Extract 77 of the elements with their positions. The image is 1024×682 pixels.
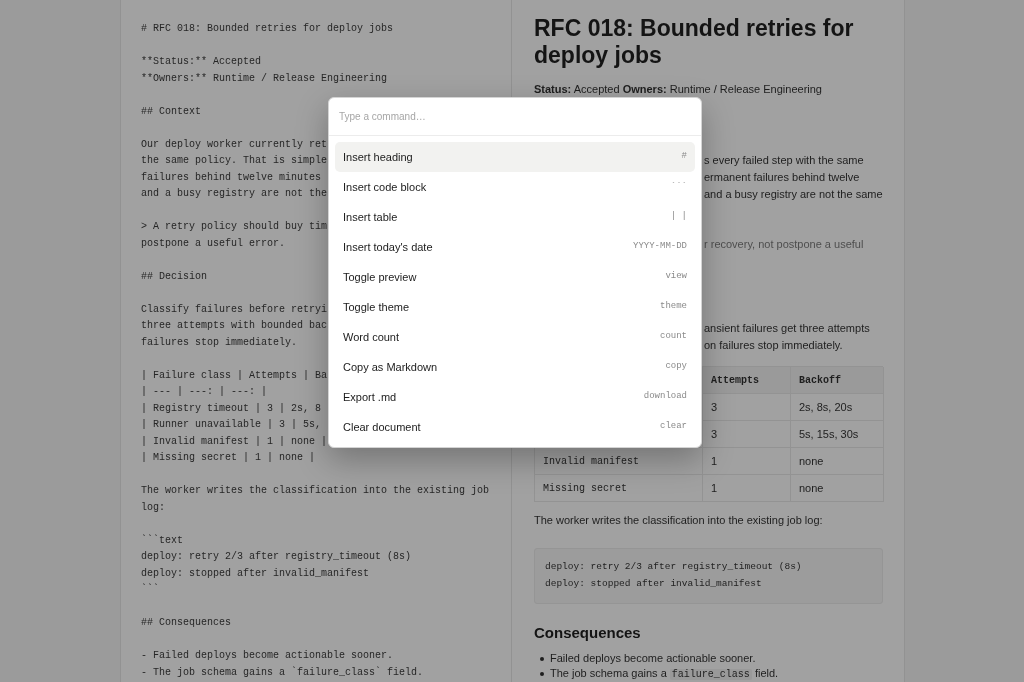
command-item[interactable]: Toggle theme theme — [335, 292, 695, 322]
markdown-line: deploy: retry 2/3 after registry_timeout (8s) — [141, 550, 412, 564]
shortcut-hint: download — [643, 390, 687, 404]
markdown-line: | Runner unavailable | 3 | 5s, — [141, 418, 322, 432]
shortcut-hint: YYYY-MM-DD — [633, 240, 687, 254]
table-cell: 5s, 15s, 30s — [791, 421, 884, 448]
markdown-line: The worker writes the classification into the existing job log: — [141, 484, 491, 515]
paragraph-text: on failures stop immediately. — [704, 338, 843, 353]
table-cell: none — [791, 448, 884, 475]
command-input[interactable]: Type a command… — [329, 98, 701, 136]
markdown-line: **Status:** Accepted — [141, 55, 262, 69]
paragraph-text: ansient failures get three attempts — [704, 321, 870, 336]
markdown-line: ```text — [141, 533, 183, 548]
markdown-line: three attempts with bounded bac — [141, 319, 328, 333]
markdown-line: ## Consequences — [141, 616, 231, 630]
list-item-text: Failed deploys become actionable sooner. — [550, 651, 756, 666]
table-header-cell: Backoff — [791, 367, 884, 394]
markdown-line: the same policy. That is simple — [141, 154, 328, 168]
command-item[interactable]: Word count count — [335, 322, 695, 352]
markdown-line: failures stop immediately. — [141, 335, 298, 350]
document-meta: Status: Accepted Owners: Runtime / Release Engineering — [534, 82, 822, 97]
markdown-line: > A retry policy should buy tim — [141, 220, 328, 234]
table-cell: 1 — [703, 448, 791, 475]
markdown-line: ## Context — [141, 104, 201, 119]
markdown-line: | --- | ---: | ---: | — [141, 385, 268, 399]
shortcut-hint: theme — [660, 300, 687, 314]
table-cell: 2s, 8s, 20s — [791, 394, 884, 421]
markdown-line: ## Decision — [141, 269, 207, 284]
shortcut-hint: # — [681, 150, 687, 164]
table-header-cell: Attempts — [703, 367, 791, 394]
command-item[interactable]: Copy as Markdown copy — [335, 352, 695, 382]
command-item[interactable]: Insert today's date YYYY-MM-DD — [335, 232, 695, 262]
markdown-line: Our deploy worker currently ret — [141, 137, 328, 152]
paragraph-text: s every failed step with the same — [704, 153, 864, 168]
table-cell: Missing secret — [535, 475, 703, 502]
table-cell: 3 — [703, 394, 791, 421]
table-cell: none — [791, 475, 884, 502]
markdown-line: postpone a useful error. — [141, 236, 286, 251]
shortcut-hint: count — [660, 330, 687, 344]
markdown-line: and a busy registry are not the — [141, 187, 328, 201]
shortcut-hint: clear — [660, 420, 687, 434]
shortcut-hint: | | — [670, 210, 687, 224]
shortcut-hint: ``` — [670, 180, 687, 194]
markdown-line: | Missing secret | 1 | none | — [141, 451, 316, 465]
command-item[interactable]: Insert table | | — [335, 202, 695, 232]
paragraph-text: and a busy registry are not the same — [704, 187, 883, 202]
table-cell: Invalid manifest — [535, 448, 703, 475]
markdown-line: ``` — [141, 582, 159, 597]
shortcut-hint: copy — [665, 360, 687, 374]
command-item[interactable]: Toggle preview view — [335, 262, 695, 292]
quote-text: r recovery, not postpone a useful — [704, 237, 864, 252]
markdown-line: **Owners:** Runtime / Release Engineering — [141, 71, 388, 86]
markdown-line: Classify failures before retryi — [141, 302, 328, 317]
markdown-line: | Invalid manifest | 1 | none | — [141, 434, 328, 449]
command-item[interactable]: Insert code block ``` — [335, 172, 695, 202]
markdown-line: | Failure class | Attempts | Ba — [141, 368, 328, 383]
paragraph-text: ermanent failures behind twelve — [704, 170, 860, 185]
markdown-line: deploy: stopped after invalid_manifest — [141, 566, 370, 581]
document-title: RFC 018: Bounded retries for deploy jobs — [534, 15, 855, 69]
list-item-text: The job schema gains a failure_class field. — [550, 666, 779, 682]
markdown-line: - The job schema gains a `failure_class` field. — [141, 665, 424, 680]
markdown-line: - Failed deploys become actionable sooner. — [141, 649, 394, 663]
shortcut-hint: view — [665, 270, 687, 284]
section-heading: Consequences — [534, 623, 641, 643]
bullet-icon — [540, 672, 544, 676]
code-line: deploy: stopped after invalid_manifest — [545, 577, 762, 591]
table-cell: 3 — [703, 421, 791, 448]
markdown-line: failures behind twelve minutes — [141, 170, 322, 185]
markdown-line: # RFC 018: Bounded retries for deploy jobs — [141, 22, 394, 36]
table-cell: 1 — [703, 475, 791, 502]
command-item[interactable]: Insert heading # — [335, 142, 695, 172]
command-item[interactable]: Export .md download — [335, 382, 695, 412]
markdown-line: | Registry timeout | 3 | 2s, 8 — [141, 401, 322, 416]
paragraph-text: The worker writes the classification into the existing job log: — [534, 513, 823, 528]
command-item[interactable]: Clear document clear — [335, 412, 695, 442]
bullet-icon — [540, 656, 544, 661]
code-line: deploy: retry 2/3 after registry_timeout (8s) — [545, 560, 802, 574]
